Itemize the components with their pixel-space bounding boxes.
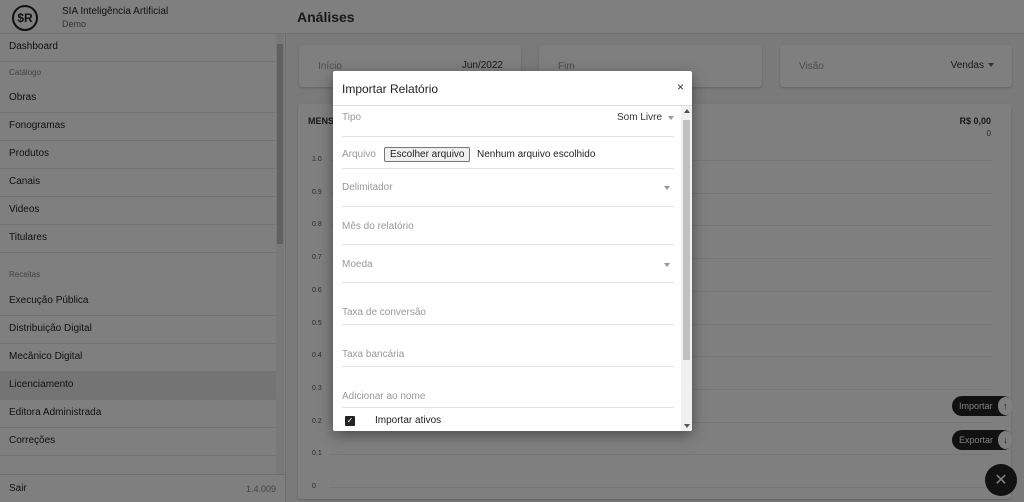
chevron-down-icon: [664, 263, 670, 267]
taxa-bancaria-label: Taxa bancária: [342, 349, 405, 360]
mes-relatorio-label: Mês do relatório: [342, 221, 414, 232]
chevron-down-icon: [664, 186, 670, 190]
importar-ativos-checkbox[interactable]: ✓: [345, 416, 355, 426]
import-report-dialog: Importar Relatório × Tipo Som Livre Arqu…: [333, 71, 692, 431]
taxa-conversao-label: Taxa de conversão: [342, 307, 426, 318]
moeda-label: Moeda: [342, 259, 373, 270]
tipo-value: Som Livre: [616, 112, 662, 123]
choose-file-button[interactable]: Escolher arquivo: [384, 147, 471, 162]
tipo-label: Tipo: [342, 112, 362, 123]
adicionar-nome-input[interactable]: Adicionar ao nome: [342, 367, 674, 408]
scroll-down-icon[interactable]: [684, 424, 690, 428]
moeda-select[interactable]: Moeda: [342, 245, 674, 283]
dialog-title: Importar Relatório: [342, 82, 439, 96]
mes-relatorio-input[interactable]: Mês do relatório: [342, 207, 674, 245]
tipo-select[interactable]: Tipo Som Livre: [342, 106, 674, 137]
chevron-down-icon: [668, 116, 674, 120]
dialog-header: Importar Relatório ×: [333, 71, 692, 106]
delimitador-label: Delimitador: [342, 182, 393, 193]
dialog-body: Tipo Som Livre Arquivo Escolher arquivo …: [333, 106, 692, 431]
delimitador-select[interactable]: Delimitador: [342, 169, 674, 207]
dialog-close-button[interactable]: ×: [677, 80, 684, 94]
importar-ativos-label: Importar ativos: [375, 415, 442, 426]
arquivo-field: Arquivo Escolher arquivo Nenhum arquivo …: [342, 137, 674, 169]
arquivo-label: Arquivo: [342, 149, 376, 160]
file-status-text: Nenhum arquivo escolhido: [477, 149, 596, 160]
taxa-conversao-input[interactable]: Taxa de conversão: [342, 283, 674, 325]
scroll-up-icon[interactable]: [684, 109, 690, 113]
dialog-scrollbar-thumb[interactable]: [683, 120, 690, 360]
taxa-bancaria-input[interactable]: Taxa bancária: [342, 325, 674, 367]
adicionar-nome-label: Adicionar ao nome: [342, 391, 426, 402]
dialog-scrollbar[interactable]: [681, 106, 692, 431]
